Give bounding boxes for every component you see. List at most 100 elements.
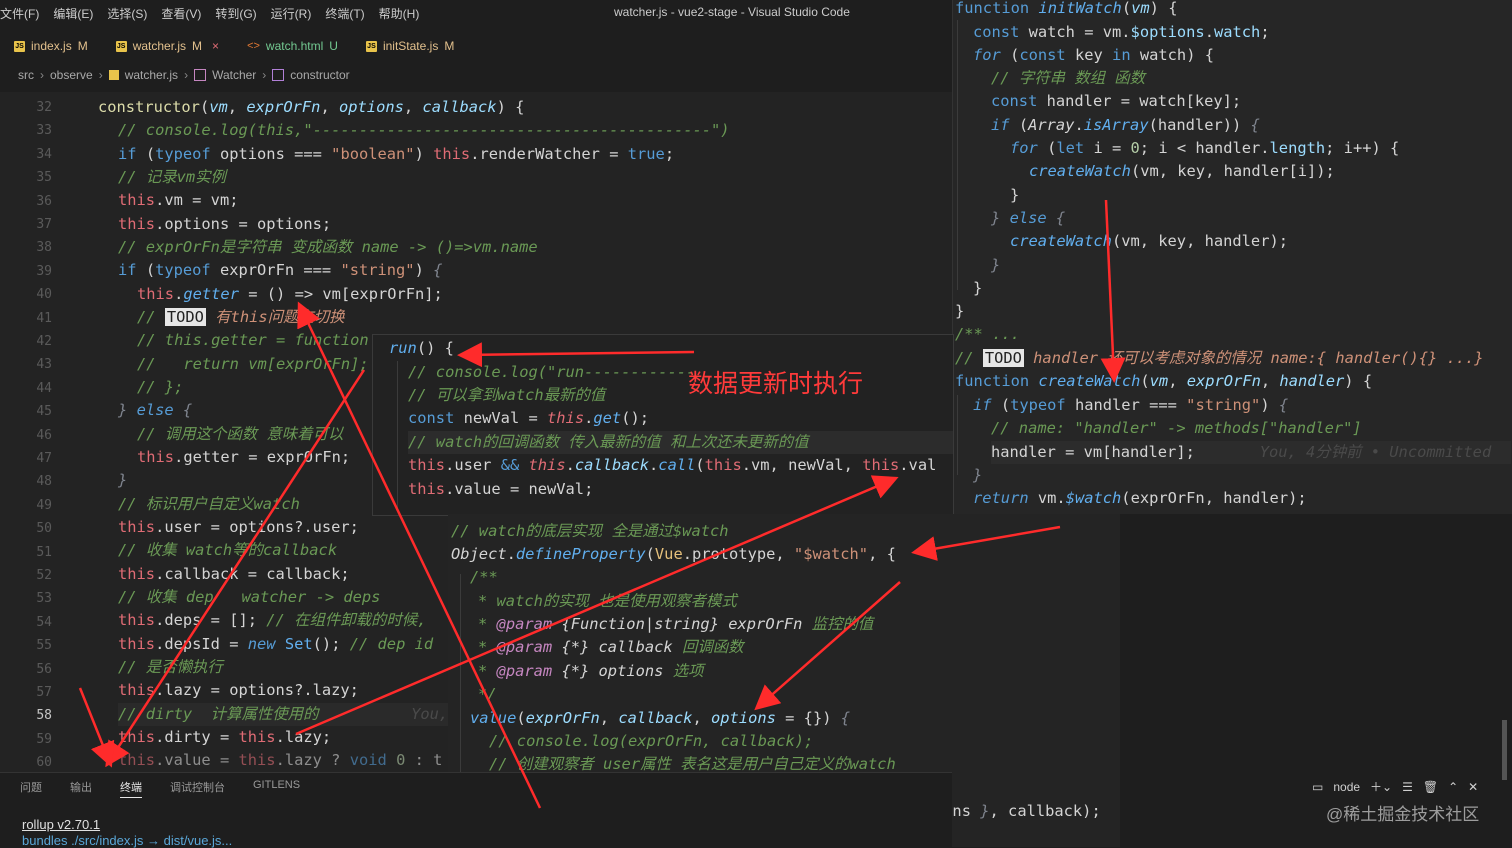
code-line: // exprOrFn是字符串 变成函数 name -> ()=>vm.name <box>118 238 538 256</box>
breadcrumb-item[interactable]: watcher.js <box>125 68 178 82</box>
code-line: // 收集 watch等的callback <box>118 541 338 559</box>
code-line: // console.log("run------------ <box>408 363 696 381</box>
menu-item-selection[interactable]: 选择(S) <box>107 5 155 22</box>
code-line: this.user = options?.user; <box>118 518 359 536</box>
breadcrumb-item[interactable]: constructor <box>290 68 349 82</box>
code-line: * @param {*} callback 回调函数 <box>478 638 744 656</box>
code-line: } else { <box>118 401 193 419</box>
code-line: this.options = options; <box>118 215 332 233</box>
breadcrumb-item[interactable]: src <box>18 68 34 82</box>
line-number: 55 <box>36 638 52 654</box>
terminal-shell-label[interactable]: node <box>1333 780 1360 794</box>
menu-item-run[interactable]: 运行(R) <box>271 5 320 22</box>
code-line: */ <box>478 685 497 703</box>
line-number: 60 <box>36 755 52 771</box>
code-line: // watch的底层实现 全是通过$watch <box>451 522 729 540</box>
close-icon[interactable]: × <box>212 39 219 53</box>
code-line: this.callback = callback; <box>118 565 350 583</box>
chevron-right-icon: › <box>184 68 189 82</box>
code-line: * @param {*} options 选项 <box>478 662 704 680</box>
code-line: // 调用这个函数 意味着可以 <box>137 425 344 443</box>
breadcrumb-item[interactable]: Watcher <box>212 68 256 82</box>
close-icon[interactable]: ✕ <box>1468 780 1478 794</box>
menu-item-go[interactable]: 转到(G) <box>215 5 264 22</box>
panel-tab-problems[interactable]: 问题 <box>20 779 42 798</box>
split-icon[interactable]: ☰ <box>1402 780 1413 794</box>
menu-item-help[interactable]: 帮助(H) <box>379 5 428 22</box>
code-line: } <box>973 279 983 297</box>
line-number: 56 <box>36 661 52 677</box>
editor-tabs: JS index.js M JS watcher.js M × <> watch… <box>0 32 952 60</box>
line-number: 32 <box>36 100 52 115</box>
annotation-text: 数据更新时执行 <box>688 370 864 398</box>
breadcrumb-item[interactable]: observe <box>50 68 93 82</box>
code-line: this.value = this.lazy ? void 0 : t <box>118 751 443 769</box>
blank-area <box>1120 514 1512 847</box>
code-line: // this.getter = function <box>137 331 369 349</box>
menu-item-file[interactable]: 文件(F) <box>0 5 47 22</box>
panel-tab-output[interactable]: 输出 <box>70 779 92 798</box>
tab-watcher-js[interactable]: JS watcher.js M × <box>102 32 233 60</box>
line-number: 37 <box>36 217 52 232</box>
line-number: 35 <box>36 170 52 186</box>
plus-icon[interactable]: ＋⌄ <box>1370 778 1392 795</box>
code-line: * @param {Function|string} exprOrFn 监控的值 <box>478 615 874 633</box>
code-line-current: handler = vm[handler]; You, 4分钟前 • Uncom… <box>991 441 1511 464</box>
watermark: @稀土掘金技术社区 <box>1326 805 1480 824</box>
code-line: this.vm = vm; <box>118 191 239 209</box>
code-line: function initWatch(vm) { <box>955 0 1178 17</box>
javascript-file-icon: JS <box>14 40 25 52</box>
panel-tab-terminal[interactable]: 终端 <box>120 779 142 798</box>
tab-watch-html[interactable]: <> watch.html U <box>233 32 352 60</box>
code-line: * watch的实现 也是使用观察者模式 <box>478 592 737 610</box>
panel-tab-gitlens[interactable]: GITLENS <box>253 779 300 798</box>
chevron-up-icon[interactable]: ⌃ <box>1448 780 1458 794</box>
tab-index-js[interactable]: JS index.js M <box>0 32 102 60</box>
code-line: if (typeof exprOrFn === "string") { <box>118 261 443 279</box>
code-line: this.getter = () => vm[exprOrFn]; <box>137 285 443 303</box>
line-number: 41 <box>36 310 52 326</box>
code-line: value(exprOrFn, callback, options = {}) … <box>470 709 851 727</box>
code-line: createWatch(vm, key, handler[i]); <box>1029 162 1335 180</box>
terminal-output-line: bundles ./src/index.js → dist/vue.js... <box>22 833 233 848</box>
editor-initstate[interactable]: function initWatch(vm) { const watch = v… <box>952 0 1512 514</box>
method-icon <box>272 69 285 81</box>
code-line: for (const key in watch) { <box>973 46 1214 64</box>
code-line: return vm.$watch(exprOrFn, handler); <box>973 489 1307 507</box>
code-line: this.lazy = options?.lazy; <box>118 681 359 699</box>
javascript-file-icon <box>108 70 119 80</box>
class-icon <box>194 69 207 81</box>
code-line: } <box>955 302 965 320</box>
line-number: 57 <box>36 685 52 700</box>
code-line-current: // watch的回调函数 传入最新的值 和上次还未更新的值 <box>408 431 953 454</box>
tab-initstate-js[interactable]: JS initState.js M <box>352 32 468 60</box>
terminal-icon: ▭ <box>1312 779 1324 794</box>
git-status-badge: U <box>329 39 338 53</box>
line-number: 47 <box>36 451 52 466</box>
trash-icon[interactable]: 🗑 <box>1423 780 1438 794</box>
code-line: if (typeof handler === "string") { <box>973 396 1289 414</box>
panel-tabs: 问题 输出 终端 调试控制台 GITLENS <box>20 779 300 798</box>
scrollbar[interactable] <box>1502 720 1507 780</box>
menu-item-edit[interactable]: 编辑(E) <box>53 5 101 22</box>
code-line: this.user && this.callback.call(this.vm,… <box>408 456 937 474</box>
code-line: // TODO 有this问题在切换 <box>137 308 345 326</box>
menu-item-view[interactable]: 查看(V) <box>161 5 209 22</box>
line-number: 34 <box>36 146 52 162</box>
code-line: if (typeof options === "boolean") this.r… <box>118 145 675 163</box>
html-file-icon: <> <box>247 40 260 52</box>
panel-tab-debug-console[interactable]: 调试控制台 <box>170 779 225 798</box>
code-line: Object.defineProperty(Vue.prototype, "$w… <box>451 545 896 563</box>
indent-guide <box>957 395 958 475</box>
terminal-output-line: rollup v2.70.1 <box>22 817 101 832</box>
code-line-current: // dirty 计算属性使用的 You, 2 <box>118 703 467 726</box>
code-line: createWatch(vm, key, handler); <box>1010 232 1288 250</box>
menu-item-terminal[interactable]: 终端(T) <box>325 5 372 22</box>
code-line: } <box>1010 186 1020 204</box>
editor-run-snippet[interactable]: run() { // console.log("run------------ … <box>372 334 954 516</box>
breadcrumb: src › observe › watcher.js › Watcher › c… <box>18 66 350 84</box>
code-line: // TODO handler 还可以考虑对象的情况 name:{ handle… <box>955 349 1484 367</box>
git-blame-inline: You, 4分钟前 • Uncommitted <box>1259 443 1492 461</box>
code-line: for (let i = 0; i < handler.length; i++)… <box>1010 139 1400 157</box>
code-line: // 记录vm实例 <box>118 168 226 186</box>
